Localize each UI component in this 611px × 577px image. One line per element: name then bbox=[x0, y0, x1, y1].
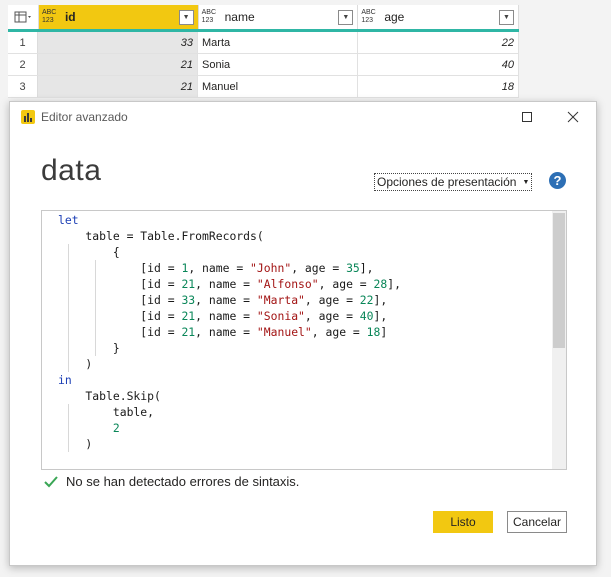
cell-name[interactable]: Manuel bbox=[198, 76, 358, 97]
code-line: } bbox=[58, 341, 120, 355]
table-row: 3 21 Manuel 18 bbox=[8, 76, 519, 98]
type-any-icon: ABC 123 bbox=[361, 9, 376, 24]
code-line: [id = 21, name = "Manuel", age = 18] bbox=[58, 325, 388, 339]
code-line: in bbox=[58, 373, 72, 387]
title-bar[interactable]: Editor avanzado bbox=[10, 102, 596, 132]
column-header-age[interactable]: ABC 123 age ▼ bbox=[358, 5, 519, 29]
minimize-icon bbox=[474, 116, 484, 118]
maximize-button[interactable] bbox=[517, 108, 537, 126]
cell-id[interactable]: 21 bbox=[38, 54, 198, 75]
code-text[interactable]: let table = Table.FromRecords( { [id = 1… bbox=[58, 212, 401, 452]
vertical-scrollbar[interactable] bbox=[552, 211, 566, 469]
filter-dropdown-icon[interactable]: ▼ bbox=[499, 9, 514, 25]
cell-age[interactable]: 18 bbox=[358, 76, 519, 97]
code-line: [id = 1, name = "John", age = 35], bbox=[58, 261, 374, 275]
code-editor[interactable]: let table = Table.FromRecords( { [id = 1… bbox=[41, 210, 567, 470]
code-line: table = Table.FromRecords( bbox=[58, 229, 264, 243]
code-line: ) bbox=[58, 357, 93, 371]
code-line: [id = 21, name = "Sonia", age = 40], bbox=[58, 309, 388, 323]
syntax-status: No se han detectado errores de sintaxis. bbox=[44, 474, 299, 489]
table-row: 2 21 Sonia 40 bbox=[8, 54, 519, 76]
syntax-status-text: No se han detectado errores de sintaxis. bbox=[66, 474, 300, 489]
maximize-icon bbox=[522, 112, 532, 122]
cell-age[interactable]: 22 bbox=[358, 32, 519, 53]
display-options-label: Opciones de presentación bbox=[377, 175, 517, 189]
cell-name[interactable]: Sonia bbox=[198, 54, 358, 75]
checkmark-icon bbox=[44, 475, 58, 487]
cancel-button[interactable]: Cancelar bbox=[507, 511, 567, 533]
cell-id[interactable]: 21 bbox=[38, 76, 198, 97]
minimize-button[interactable] bbox=[469, 108, 489, 126]
column-header-id[interactable]: ABC 123 id ▼ bbox=[38, 5, 199, 29]
code-line: let bbox=[58, 213, 79, 227]
dialog-title: Editor avanzado bbox=[41, 110, 128, 124]
type-any-icon: ABC 123 bbox=[201, 9, 217, 24]
code-line: 2 bbox=[112, 421, 120, 435]
column-name: name bbox=[224, 10, 255, 24]
done-button[interactable]: Listo bbox=[433, 511, 493, 533]
grid-header: ABC 123 id ▼ ABC 123 name ▼ ABC 123 age ▼ bbox=[8, 5, 519, 32]
query-name: data bbox=[41, 154, 102, 187]
code-line: table, bbox=[58, 405, 155, 419]
cell-name[interactable]: Marta bbox=[198, 32, 358, 53]
row-number: 1 bbox=[8, 32, 38, 53]
code-line: [id = 33, name = "Marta", age = 22], bbox=[58, 293, 388, 307]
filter-dropdown-icon[interactable]: ▼ bbox=[338, 9, 354, 25]
column-name: id bbox=[64, 10, 76, 24]
cell-age[interactable]: 40 bbox=[358, 54, 519, 75]
advanced-editor-dialog: Editor avanzado data Opciones de present… bbox=[9, 101, 597, 566]
column-header-name[interactable]: ABC 123 name ▼ bbox=[199, 5, 359, 29]
filter-dropdown-icon[interactable]: ▼ bbox=[178, 9, 194, 25]
row-number: 2 bbox=[8, 54, 38, 75]
chevron-down-icon: ▼ bbox=[522, 178, 530, 186]
scrollbar-thumb[interactable] bbox=[553, 213, 565, 348]
type-any-icon: ABC 123 bbox=[41, 9, 57, 24]
display-options-dropdown[interactable]: Opciones de presentación ▼ bbox=[374, 173, 533, 191]
code-line: [id = 21, name = "Alfonso", age = 28], bbox=[58, 277, 401, 291]
column-name: age bbox=[384, 10, 405, 24]
code-line: Table.Skip( bbox=[58, 389, 161, 403]
power-bi-icon bbox=[21, 110, 35, 124]
help-icon[interactable]: ? bbox=[549, 172, 566, 189]
cell-id[interactable]: 33 bbox=[38, 32, 198, 53]
code-line: { bbox=[58, 245, 120, 259]
code-line: ) bbox=[58, 437, 93, 451]
table-row: 1 33 Marta 22 bbox=[8, 32, 519, 54]
close-icon bbox=[567, 111, 579, 123]
close-button[interactable] bbox=[563, 108, 583, 126]
table-menu-icon[interactable] bbox=[8, 5, 39, 29]
data-grid: ABC 123 id ▼ ABC 123 name ▼ ABC 123 age ▼ 1… bbox=[8, 5, 519, 98]
row-number: 3 bbox=[8, 76, 38, 97]
